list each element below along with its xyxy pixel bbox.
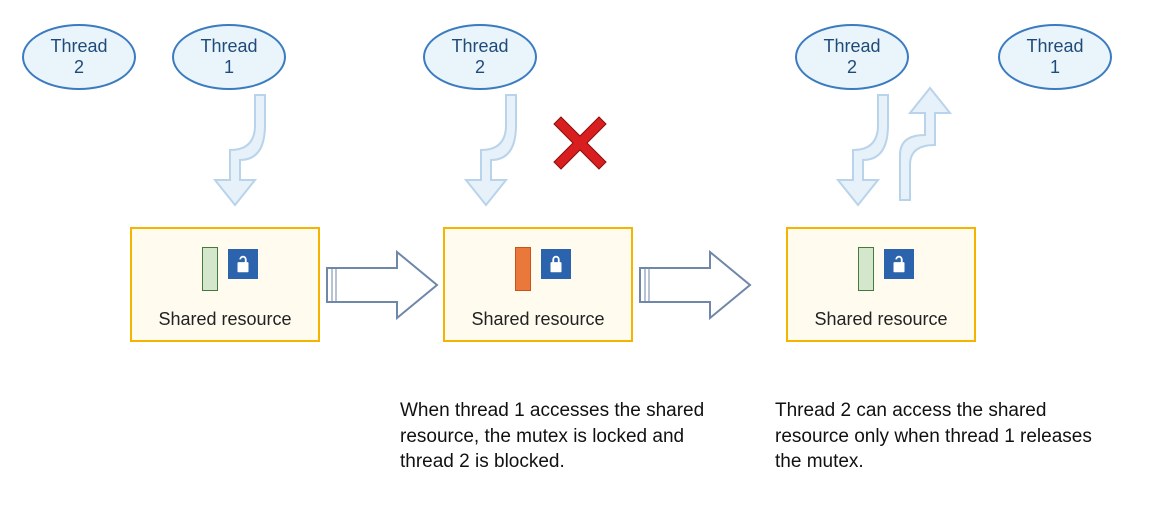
lock-icon [541, 249, 571, 279]
resource-slot-empty [858, 247, 874, 291]
resource-label: Shared resource [788, 309, 974, 330]
thread-2-oval-step3: Thread2 [795, 24, 909, 90]
unlock-icon [228, 249, 258, 279]
caption-step3: Thread 2 can access the shared resource … [775, 398, 1115, 475]
arrow-thread1-to-resource-step1 [195, 90, 285, 210]
resource-slot-empty [202, 247, 218, 291]
thread-2-oval-step1: Thread2 [22, 24, 136, 90]
thread-1-oval-step3: Thread1 [998, 24, 1112, 90]
blocked-x-icon [553, 115, 608, 170]
unlock-icon [884, 249, 914, 279]
arrow-thread2-to-resource-step2 [446, 90, 536, 210]
caption-step2: When thread 1 accesses the shared resour… [400, 398, 720, 475]
shared-resource-box-step1: Shared resource [130, 227, 320, 342]
resource-slot-locked [515, 247, 531, 291]
arrow-thread1-exit-step3 [880, 85, 970, 205]
thread-2-oval-step2: Thread2 [423, 24, 537, 90]
shared-resource-box-step2: Shared resource [443, 227, 633, 342]
thread-label: Thread2 [451, 36, 508, 77]
thread-label: Thread2 [50, 36, 107, 77]
thread-label: Thread2 [823, 36, 880, 77]
transition-arrow-2-3 [635, 250, 755, 320]
thread-label: Thread1 [200, 36, 257, 77]
resource-label: Shared resource [132, 309, 318, 330]
thread-1-oval-step1: Thread1 [172, 24, 286, 90]
thread-label: Thread1 [1026, 36, 1083, 77]
shared-resource-box-step3: Shared resource [786, 227, 976, 342]
transition-arrow-1-2 [322, 250, 442, 320]
resource-label: Shared resource [445, 309, 631, 330]
